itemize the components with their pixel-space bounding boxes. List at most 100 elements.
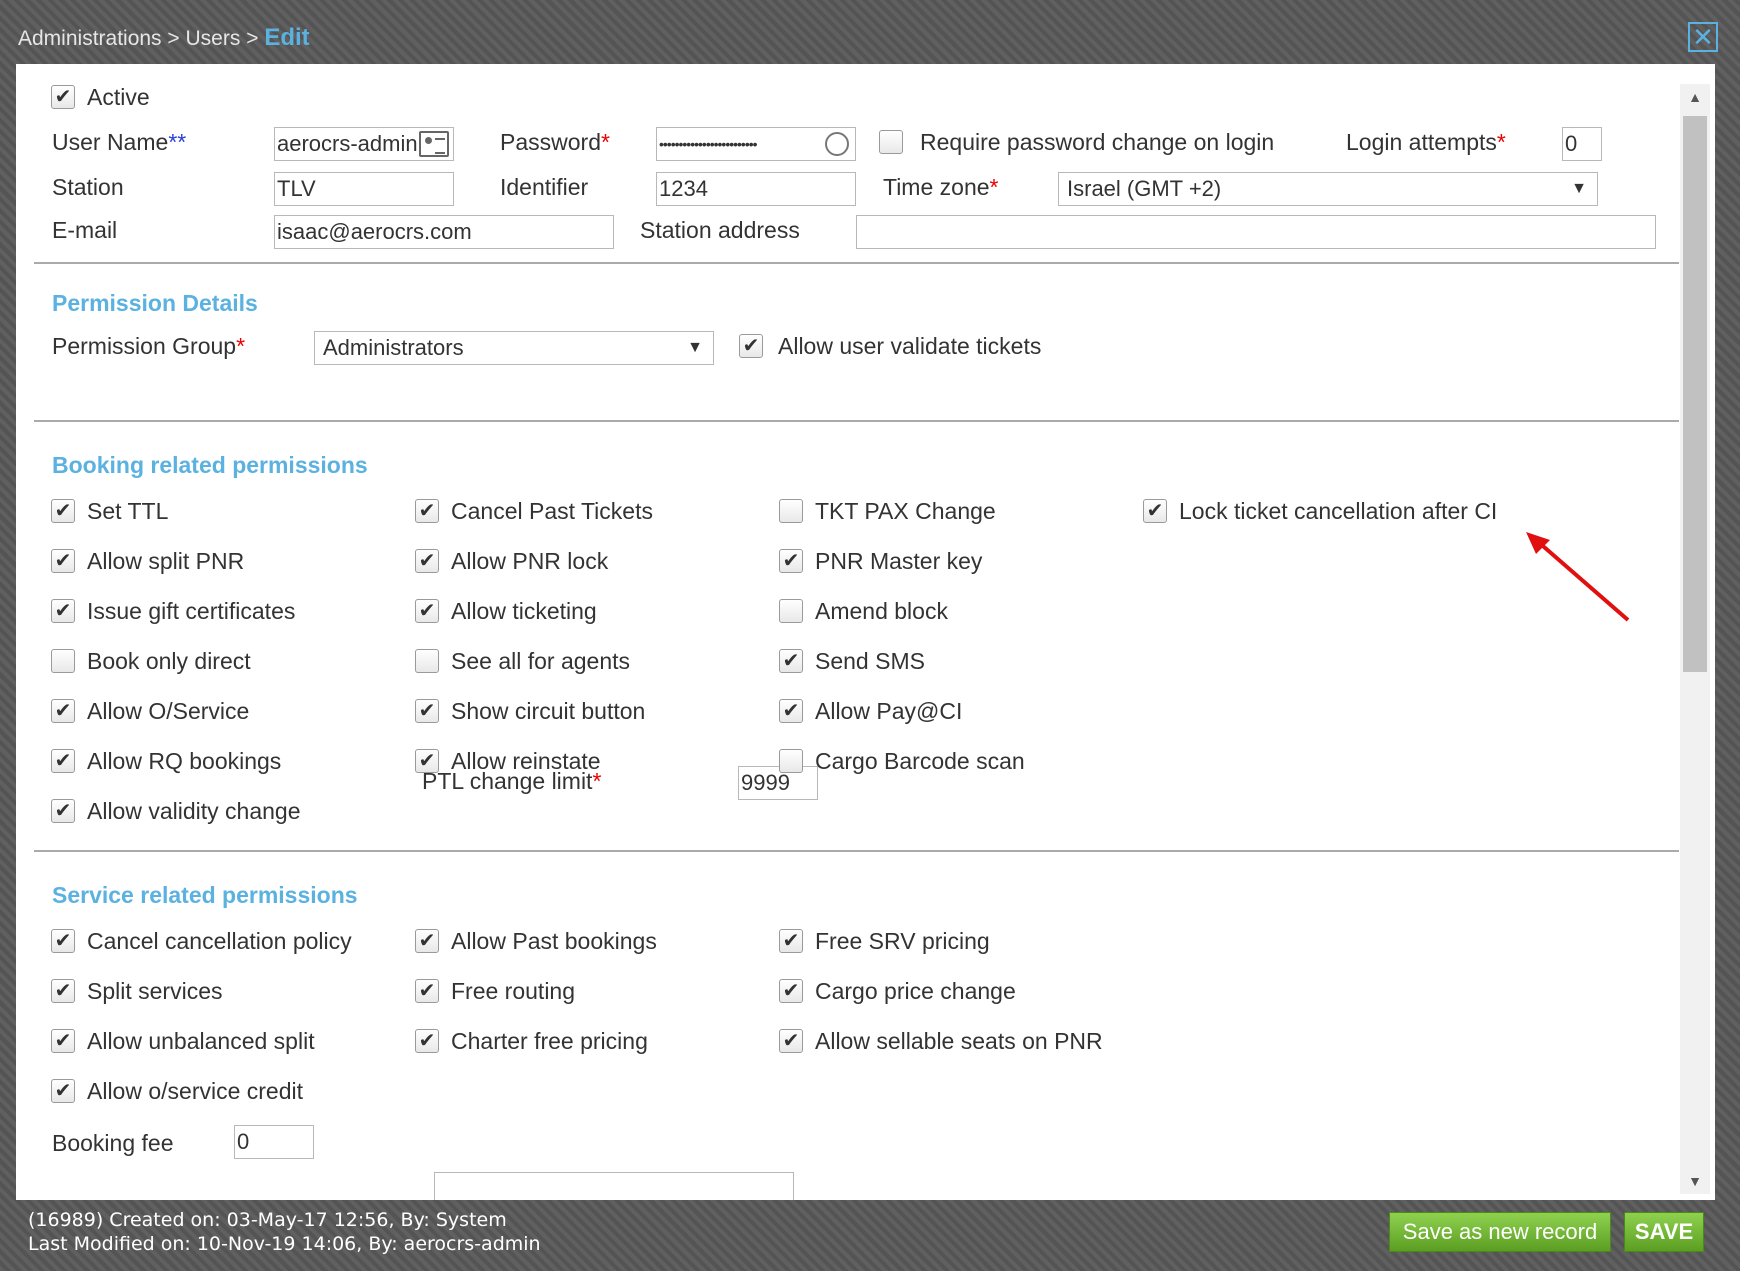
lock-ticket-cancellation-after-ci-checkbox[interactable]: ✔ (1143, 499, 1167, 523)
cargo-price-change-checkbox[interactable]: ✔ (779, 979, 803, 1003)
cancel-cancellation-policy-label: Cancel cancellation policy (87, 928, 352, 954)
allow-pay-ci-label: Allow Pay@CI (815, 698, 963, 724)
allow-past-bookings-checkbox[interactable]: ✔ (415, 929, 439, 953)
set-ttl-label: Set TTL (87, 498, 169, 524)
email-field[interactable]: isaac@aerocrs.com (274, 215, 614, 249)
require-password-change-label: Require password change on login (920, 129, 1275, 155)
vertical-scrollbar[interactable]: ▲ ▼ (1680, 84, 1710, 1194)
split-services-label: Split services (87, 978, 223, 1004)
allow-past-bookings-label: Allow Past bookings (451, 928, 657, 954)
permission-group-select[interactable]: Administrators ▼ (314, 331, 714, 365)
allow-pnr-lock-label: Allow PNR lock (451, 548, 609, 574)
free-routing-label: Free routing (451, 978, 576, 1004)
edit-user-panel: ✔ Active User Name** aerocrs-admin Passw… (16, 64, 1715, 1200)
pnr-master-key-label: PNR Master key (815, 548, 983, 574)
allow-ticketing-checkbox[interactable]: ✔ (415, 599, 439, 623)
allow-validate-tickets-checkbox[interactable]: ✔ (739, 334, 763, 358)
breadcrumb-users[interactable]: Users (186, 27, 241, 50)
booking-permissions-title: Booking related permissions (52, 452, 368, 478)
issue-gift-certificates-label: Issue gift certificates (87, 598, 296, 624)
email-label: E-mail (52, 217, 118, 243)
station-field[interactable]: TLV (274, 172, 454, 206)
close-icon[interactable]: ✕ (1688, 22, 1718, 52)
station-address-label: Station address (640, 217, 800, 243)
send-sms-label: Send SMS (815, 648, 925, 674)
active-checkbox[interactable]: ✔ (51, 85, 75, 109)
allow-pay-ci-checkbox[interactable]: ✔ (779, 699, 803, 723)
pnr-master-key-checkbox[interactable]: ✔ (779, 549, 803, 573)
annotation-arrow (1526, 532, 1630, 622)
login-attempts-label: Login attempts* (1346, 129, 1506, 155)
login-attempts-field[interactable]: 0 (1562, 127, 1602, 161)
reveal-password-icon[interactable] (825, 132, 849, 156)
book-only-direct-checkbox[interactable] (51, 649, 75, 673)
save-as-new-button[interactable]: Save as new record (1389, 1212, 1611, 1252)
lock-ticket-cancellation-after-ci-label: Lock ticket cancellation after CI (1179, 498, 1498, 524)
cancel-past-tickets-label: Cancel Past Tickets (451, 498, 653, 524)
breadcrumb-separator: > (167, 27, 180, 50)
identifier-label: Identifier (500, 174, 589, 200)
breadcrumb-administrations[interactable]: Administrations (18, 27, 162, 50)
allow-pnr-lock-checkbox[interactable]: ✔ (415, 549, 439, 573)
amend-block-label: Amend block (815, 598, 948, 624)
require-password-change-checkbox[interactable] (879, 130, 903, 154)
allow-reinstate-label: Allow reinstate (451, 748, 601, 774)
allow-o-service-checkbox[interactable]: ✔ (51, 699, 75, 723)
cancel-cancellation-policy-checkbox[interactable]: ✔ (51, 929, 75, 953)
free-srv-pricing-label: Free SRV pricing (815, 928, 990, 954)
cancel-past-tickets-checkbox[interactable]: ✔ (415, 499, 439, 523)
free-srv-pricing-checkbox[interactable]: ✔ (779, 929, 803, 953)
breadcrumb-separator: > (246, 27, 259, 50)
cargo-barcode-scan-checkbox[interactable] (779, 749, 803, 773)
free-routing-checkbox[interactable]: ✔ (415, 979, 439, 1003)
station-address-field[interactable] (856, 215, 1656, 249)
allow-sellable-seats-on-pnr-checkbox[interactable]: ✔ (779, 1029, 803, 1053)
created-info: (16989) Created on: 03-May-17 12:56, By:… (28, 1209, 507, 1231)
partial-field[interactable] (434, 1172, 794, 1200)
booking-fee-label: Booking fee (52, 1130, 174, 1156)
set-ttl-checkbox[interactable]: ✔ (51, 499, 75, 523)
scrollbar-thumb[interactable] (1683, 116, 1707, 672)
amend-block-checkbox[interactable] (779, 599, 803, 623)
password-field[interactable]: ••••••••••••••••••••••••• (656, 127, 856, 161)
split-services-checkbox[interactable]: ✔ (51, 979, 75, 1003)
password-label: Password* (500, 129, 610, 155)
allow-split-pnr-checkbox[interactable]: ✔ (51, 549, 75, 573)
chevron-down-icon: ▼ (1571, 180, 1587, 197)
allow-ticketing-label: Allow ticketing (451, 598, 597, 624)
allow-rq-bookings-checkbox[interactable]: ✔ (51, 749, 75, 773)
scroll-up-icon[interactable]: ▲ (1680, 84, 1710, 110)
active-label: Active (87, 84, 150, 110)
issue-gift-certificates-checkbox[interactable]: ✔ (51, 599, 75, 623)
tkt-pax-change-checkbox[interactable] (779, 499, 803, 523)
breadcrumb: Administrations > Users > Edit (18, 24, 310, 52)
booking-fee-field[interactable]: 0 (234, 1125, 314, 1159)
chevron-down-icon: ▼ (687, 339, 703, 356)
send-sms-checkbox[interactable]: ✔ (779, 649, 803, 673)
charter-free-pricing-checkbox[interactable]: ✔ (415, 1029, 439, 1053)
cargo-price-change-label: Cargo price change (815, 978, 1016, 1004)
allow-unbalanced-split-checkbox[interactable]: ✔ (51, 1029, 75, 1053)
service-permissions-title: Service related permissions (52, 882, 358, 908)
timezone-select[interactable]: Israel (GMT +2) ▼ (1058, 172, 1598, 206)
allow-o-service-credit-checkbox[interactable]: ✔ (51, 1079, 75, 1103)
contact-card-icon[interactable] (419, 131, 449, 157)
allow-unbalanced-split-label: Allow unbalanced split (87, 1028, 315, 1054)
allow-reinstate-checkbox[interactable]: ✔ (415, 749, 439, 773)
charter-free-pricing-label: Charter free pricing (451, 1028, 648, 1054)
scroll-down-icon[interactable]: ▼ (1680, 1168, 1710, 1194)
show-circuit-button-checkbox[interactable]: ✔ (415, 699, 439, 723)
username-label: User Name** (52, 129, 187, 155)
see-all-for-agents-checkbox[interactable] (415, 649, 439, 673)
allow-rq-bookings-label: Allow RQ bookings (87, 748, 282, 774)
save-button[interactable]: SAVE (1624, 1212, 1704, 1252)
cargo-barcode-scan-label: Cargo Barcode scan (815, 748, 1025, 774)
allow-sellable-seats-on-pnr-label: Allow sellable seats on PNR (815, 1028, 1103, 1054)
username-field[interactable]: aerocrs-admin (274, 127, 454, 161)
timezone-label: Time zone* (883, 174, 999, 200)
allow-o-service-label: Allow O/Service (87, 698, 250, 724)
ptl-change-limit-field[interactable]: 9999 (738, 766, 818, 800)
allow-validity-change-checkbox[interactable]: ✔ (51, 799, 75, 823)
identifier-field[interactable]: 1234 (656, 172, 856, 206)
divider (34, 262, 1679, 264)
